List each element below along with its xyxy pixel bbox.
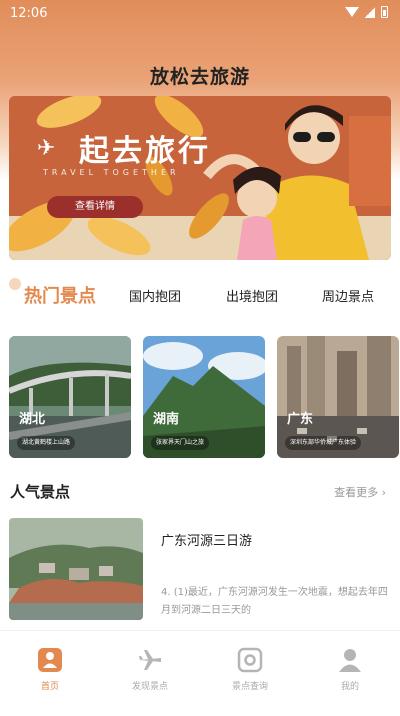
tabbar-spot-search[interactable]: 景点查询 xyxy=(210,647,290,692)
tabbar-label: 首页 xyxy=(40,682,59,692)
app-title: 放松去旅游 xyxy=(149,66,250,88)
tab-domestic-group[interactable]: 国内抱团 xyxy=(129,286,181,305)
promo-banner[interactable]: ✈ 起去旅行 TRAVEL TOGETHER 查看详情 xyxy=(9,96,391,260)
status-bar: 12:06 xyxy=(0,0,400,26)
status-time: 12:06 xyxy=(10,6,48,21)
featured-trip[interactable]: 广东河源三日游 4. (1)最近，广东河源河发生一次地震，想起去年四月到河源二日… xyxy=(9,518,391,620)
destination-card-hubei[interactable]: 湖北 湖北黄鹤楼上山路 xyxy=(9,336,131,458)
tab-nearby-spots[interactable]: 周边景点 xyxy=(322,286,374,305)
banner-subtitle: TRAVEL TOGETHER xyxy=(43,168,180,177)
destination-cards: 湖北 湖北黄鹤楼上山路 湖南 张家界天门山之旅 广东 深圳东部华侨城广东体验 xyxy=(9,336,400,458)
card-description: 湖北黄鹤楼上山路 xyxy=(17,436,76,450)
view-details-button[interactable]: 查看详情 xyxy=(47,196,143,218)
tabbar-home[interactable]: 首页 xyxy=(10,647,90,692)
banner-title: 起去旅行 xyxy=(79,134,211,169)
tabbar-profile[interactable]: 我的 xyxy=(310,647,390,692)
card-name: 广东 xyxy=(287,412,314,427)
view-more-link[interactable]: 查看更多 › xyxy=(334,484,386,500)
plane-logo-icon: ✈ xyxy=(37,136,56,161)
destination-card-hunan[interactable]: 湖南 张家界天门山之旅 xyxy=(143,336,265,458)
card-name: 湖北 xyxy=(19,412,46,427)
destination-card-guangdong[interactable]: 广东 深圳东部华侨城广东体验 xyxy=(277,336,399,458)
tabbar-label: 发现景点 xyxy=(131,682,168,692)
tabbar-label: 我的 xyxy=(340,682,359,692)
target-icon xyxy=(237,647,263,673)
banner-illustration xyxy=(9,96,391,260)
featured-trip-description: 4. (1)最近，广东河源河发生一次地震，想起去年四月到河源二日三天的 xyxy=(161,587,388,616)
category-tabs: 热门景点 国内抱团 出境抱团 周边景点 xyxy=(0,278,400,318)
status-icons xyxy=(345,6,388,18)
tabbar-discover-spots[interactable]: 发现景点 xyxy=(110,647,190,692)
popular-spots-title: 人气景点 xyxy=(10,483,71,501)
card-description: 张家界天门山之旅 xyxy=(151,436,210,450)
tab-hot-spots[interactable]: 热门景点 xyxy=(24,282,96,308)
battery-icon xyxy=(381,6,388,18)
featured-trip-photo xyxy=(9,518,143,620)
signal-icon xyxy=(365,6,375,18)
featured-trip-title: 广东河源三日游 xyxy=(161,534,253,549)
tab-decoration xyxy=(9,278,21,290)
wifi-icon xyxy=(345,7,359,17)
plane-icon xyxy=(139,650,161,670)
home-icon xyxy=(38,648,62,672)
tabbar-label: 景点查询 xyxy=(231,682,268,692)
tab-outbound-group[interactable]: 出境抱团 xyxy=(226,286,278,305)
card-description: 深圳东部华侨城广东体验 xyxy=(285,436,362,450)
user-icon xyxy=(339,649,361,672)
bottom-tab-bar: 首页 发现景点 景点查询 我的 xyxy=(0,630,400,716)
card-name: 湖南 xyxy=(153,412,180,427)
